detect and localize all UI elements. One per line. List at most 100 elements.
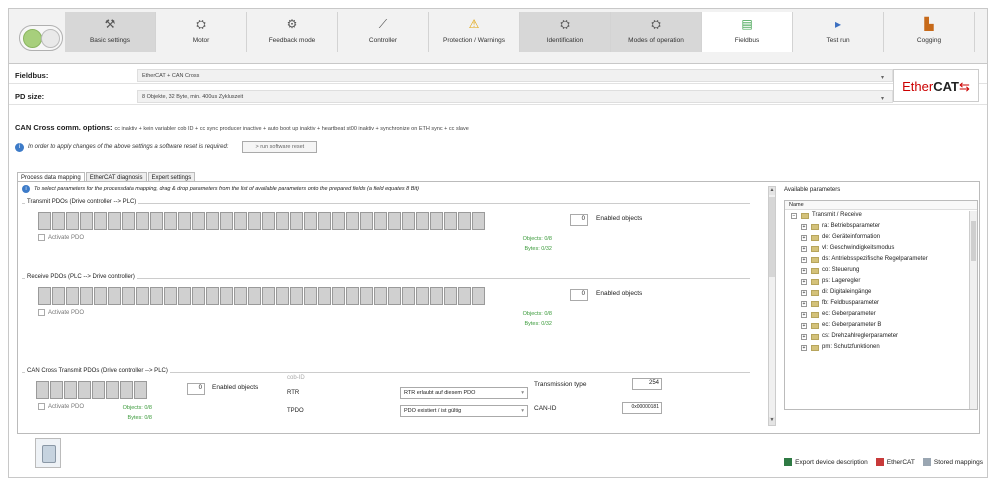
- pdo-slot[interactable]: [122, 212, 135, 230]
- pdo-slot[interactable]: [458, 287, 471, 305]
- pdo-slot[interactable]: [458, 212, 471, 230]
- expand-icon[interactable]: +: [801, 256, 807, 263]
- pdo-slot[interactable]: [332, 212, 345, 230]
- tab-motor[interactable]: ⛭ Motor: [156, 12, 247, 52]
- pdo-slot[interactable]: [192, 212, 205, 230]
- transmit-activate-pdo[interactable]: Activate PDO: [38, 234, 84, 241]
- pdo-slot[interactable]: [80, 212, 93, 230]
- receive-count-stepper[interactable]: 0: [570, 289, 588, 301]
- pdo-slot[interactable]: [136, 287, 149, 305]
- pdo-slot[interactable]: [388, 287, 401, 305]
- scroll-thumb[interactable]: [971, 221, 976, 261]
- pdo-slot[interactable]: [192, 287, 205, 305]
- pdo-slot[interactable]: [416, 287, 429, 305]
- expand-icon[interactable]: +: [801, 322, 807, 329]
- trash-button[interactable]: [35, 438, 61, 468]
- pdo-slot[interactable]: [444, 212, 457, 230]
- pdo-slot[interactable]: [66, 212, 79, 230]
- pdo-slot[interactable]: [136, 212, 149, 230]
- expand-icon[interactable]: +: [801, 289, 807, 296]
- pdo-slot[interactable]: [248, 287, 261, 305]
- run-software-reset-button[interactable]: > run software reset: [242, 141, 318, 153]
- pdo-slot[interactable]: [360, 212, 373, 230]
- expand-icon[interactable]: +: [801, 311, 807, 318]
- pdo-slot[interactable]: [234, 287, 247, 305]
- pdo-slot[interactable]: [94, 287, 107, 305]
- collapse-icon[interactable]: −: [791, 212, 797, 219]
- expand-icon[interactable]: +: [801, 300, 807, 307]
- pdo-slot[interactable]: [388, 212, 401, 230]
- pdo-slot[interactable]: [80, 287, 93, 305]
- pdo-slot[interactable]: [276, 212, 289, 230]
- scroll-thumb[interactable]: [769, 197, 775, 277]
- pdo-slot[interactable]: [374, 287, 387, 305]
- tree-item[interactable]: + cs: Drehzahlreglerparameter: [785, 331, 977, 342]
- tree-item[interactable]: + ra: Betriebsparameter: [785, 221, 977, 232]
- pdo-slot[interactable]: [178, 287, 191, 305]
- pdo-slot[interactable]: [64, 381, 77, 399]
- panel-scrollbar[interactable]: ▲ ▼: [768, 186, 776, 426]
- pdo-slot[interactable]: [178, 212, 191, 230]
- tree-item[interactable]: + di: Digitaleingänge: [785, 287, 977, 298]
- tree-item[interactable]: + ec: Geberparameter: [785, 309, 977, 320]
- tpdo-select[interactable]: PDO existiert / ist gültig ▾: [400, 405, 528, 417]
- pdo-slot[interactable]: [346, 287, 359, 305]
- pdo-slot[interactable]: [318, 212, 331, 230]
- expand-icon[interactable]: +: [801, 344, 807, 351]
- tree-item[interactable]: + ec: Geberparameter B: [785, 320, 977, 331]
- tree-item[interactable]: + de: Geräteinformation: [785, 232, 977, 243]
- checkbox[interactable]: [38, 403, 45, 410]
- tree-root[interactable]: − Transmit / Receive: [785, 210, 977, 221]
- pdo-slot[interactable]: [472, 212, 485, 230]
- navigation-toggle[interactable]: [19, 25, 63, 51]
- tree-item[interactable]: + ds: Antriebsspezifische Regelparameter: [785, 254, 977, 265]
- pdo-slot[interactable]: [262, 212, 275, 230]
- tree-scrollbar[interactable]: [969, 211, 977, 409]
- pdo-slot[interactable]: [50, 381, 63, 399]
- expand-icon[interactable]: +: [801, 223, 807, 230]
- tab-test-run[interactable]: ▸ Test run: [793, 12, 884, 52]
- pdo-slot[interactable]: [318, 287, 331, 305]
- pdo-slot[interactable]: [416, 212, 429, 230]
- pdo-slot[interactable]: [36, 381, 49, 399]
- pdo-slot[interactable]: [262, 287, 275, 305]
- scroll-up-icon[interactable]: ▲: [769, 187, 775, 195]
- tab-modes-of-operation[interactable]: ⛭ Modes of operation: [611, 12, 702, 52]
- pdo-slot[interactable]: [360, 287, 373, 305]
- tab-identification[interactable]: ⛭ Identification: [520, 12, 611, 52]
- pdo-slot[interactable]: [374, 212, 387, 230]
- ethercat-link[interactable]: EtherCAT: [875, 458, 915, 466]
- forward-circle-icon[interactable]: [41, 29, 60, 48]
- pdo-slot[interactable]: [108, 212, 121, 230]
- tab-fieldbus[interactable]: ▤ Fieldbus: [702, 12, 793, 52]
- pdo-slot[interactable]: [332, 287, 345, 305]
- pdo-slot[interactable]: [430, 287, 443, 305]
- pdo-slot[interactable]: [402, 287, 415, 305]
- tree-item[interactable]: + fb: Feldbusparameter: [785, 298, 977, 309]
- pdo-slot[interactable]: [248, 212, 261, 230]
- pdo-slot[interactable]: [164, 212, 177, 230]
- transmit-count-stepper[interactable]: 0: [570, 214, 588, 226]
- pdo-slot[interactable]: [206, 212, 219, 230]
- pd-size-select[interactable]: 8 Objekte, 32 Byte, min. 400us Zykluszei…: [137, 90, 893, 103]
- pdo-slot[interactable]: [38, 212, 51, 230]
- pdo-slot[interactable]: [108, 287, 121, 305]
- rtr-select[interactable]: RTR erlaubt auf diesem PDO ▾: [400, 387, 528, 399]
- pdo-slot[interactable]: [304, 287, 317, 305]
- pdo-slot[interactable]: [150, 212, 163, 230]
- tree-item[interactable]: + ps: Lageregler: [785, 276, 977, 287]
- expand-icon[interactable]: +: [801, 234, 807, 241]
- pdo-slot[interactable]: [220, 212, 233, 230]
- transmission-type-field[interactable]: 254: [632, 378, 662, 390]
- pdo-slot[interactable]: [52, 287, 65, 305]
- checkbox[interactable]: [38, 309, 45, 316]
- pdo-slot[interactable]: [430, 212, 443, 230]
- pdo-slot[interactable]: [220, 287, 233, 305]
- tree-item[interactable]: + vl: Geschwindigkeitsmodus: [785, 243, 977, 254]
- pdo-slot[interactable]: [444, 287, 457, 305]
- pdo-slot[interactable]: [290, 212, 303, 230]
- can-count-stepper[interactable]: 0: [187, 383, 205, 395]
- expand-icon[interactable]: +: [801, 267, 807, 274]
- pdo-slot[interactable]: [234, 212, 247, 230]
- can-id-field[interactable]: 0x00000181: [622, 402, 662, 414]
